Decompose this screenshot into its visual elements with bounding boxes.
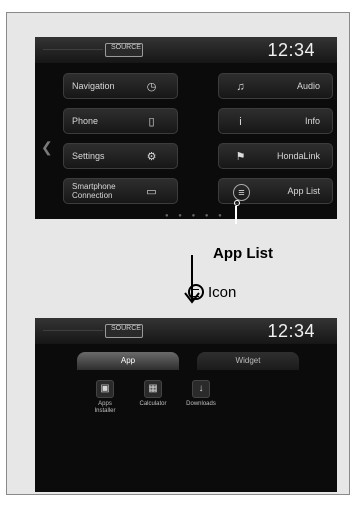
apps-installer-icon: ▣ — [96, 380, 114, 398]
smartphone-connection-button[interactable]: Smartphone Connection ▭ — [63, 178, 178, 204]
phone-label: Phone — [72, 116, 99, 126]
music-note-icon: ♫ — [236, 80, 245, 93]
home-menu-grid: Navigation ◷ Phone ▯ Settings ⚙ Smartpho… — [63, 73, 333, 213]
tab-app[interactable]: App — [77, 352, 179, 370]
hondalink-label: HondaLink — [276, 151, 320, 161]
app-list-icon — [188, 284, 204, 300]
app-item-apps-installer[interactable]: ▣ Apps Installer — [87, 380, 123, 424]
clock: 12:34 — [267, 321, 315, 341]
info-label: Info — [304, 116, 320, 126]
callout-title: App List — [213, 245, 273, 262]
status-bar-line — [43, 49, 103, 50]
phone-button[interactable]: Phone ▯ — [63, 108, 178, 134]
callout-icon-caption: Icon — [188, 284, 236, 301]
manual-figure-frame: SOURCE 12:34 ❮ Navigation ◷ Phone ▯ Sett… — [6, 12, 350, 495]
calculator-icon: ▦ — [144, 380, 162, 398]
app-grid: ▣ Apps Installer ▦ Calculator ↓ Download… — [87, 380, 287, 430]
app-item-calculator[interactable]: ▦ Calculator — [135, 380, 171, 424]
compass-icon: ◷ — [146, 81, 157, 93]
app-list-label: App List — [287, 186, 320, 196]
chevron-left-icon[interactable]: ❮ — [41, 139, 53, 156]
info-button[interactable]: i Info — [218, 108, 333, 134]
page-indicator-dots: ● ● ● ● ● — [165, 213, 226, 219]
app-name: Calculator — [139, 401, 167, 407]
gear-icon: ⚙ — [146, 151, 157, 163]
callout-leader-line — [234, 200, 240, 224]
app-list-icon: ≡ — [233, 184, 250, 201]
navigation-label: Navigation — [72, 81, 115, 91]
audio-button[interactable]: ♫ Audio — [218, 73, 333, 99]
downloads-icon: ↓ — [192, 380, 210, 398]
settings-label: Settings — [72, 151, 105, 161]
status-bar: SOURCE 12:34 — [35, 318, 337, 344]
status-bar: SOURCE 12:34 — [35, 37, 337, 63]
tab-widget[interactable]: Widget — [197, 352, 299, 370]
source-label: SOURCE — [111, 325, 141, 332]
smartphone-connection-label: Smartphone Connection — [72, 182, 116, 200]
source-label: SOURCE — [111, 44, 141, 51]
hondalink-button[interactable]: ⚑ HondaLink — [218, 143, 333, 169]
icon-caption-text: Icon — [208, 284, 237, 301]
hondalink-icon: ⚑ — [235, 151, 246, 163]
app-item-downloads[interactable]: ↓ Downloads — [183, 380, 219, 424]
phone-icon: ▯ — [148, 116, 155, 128]
navigation-button[interactable]: Navigation ◷ — [63, 73, 178, 99]
app-list-screen: SOURCE 12:34 App Widget ▣ Apps Installer… — [35, 318, 337, 492]
app-name: Downloads — [186, 401, 216, 407]
status-bar-line — [43, 330, 103, 331]
info-icon: i — [239, 115, 242, 128]
settings-button[interactable]: Settings ⚙ — [63, 143, 178, 169]
smartphone-icon: ▭ — [146, 186, 157, 198]
clock: 12:34 — [267, 40, 315, 60]
tab-bar: App Widget — [77, 352, 311, 370]
home-screen: SOURCE 12:34 ❮ Navigation ◷ Phone ▯ Sett… — [35, 37, 337, 219]
app-name: Apps Installer — [94, 401, 116, 414]
audio-label: Audio — [296, 81, 320, 91]
